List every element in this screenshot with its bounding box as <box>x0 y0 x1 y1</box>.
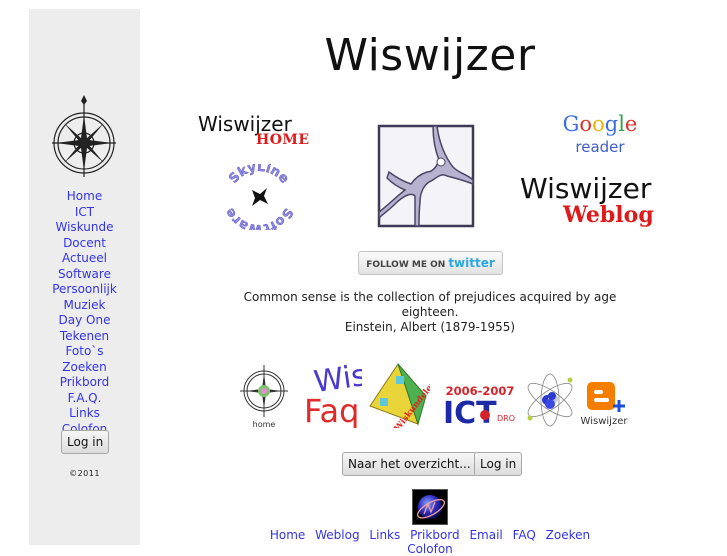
overview-button[interactable]: Naar het overzicht... <box>342 452 477 476</box>
atom-badge[interactable] <box>522 372 578 428</box>
footer-link-links[interactable]: Links <box>369 528 400 542</box>
sidebar-item-wiskunde[interactable]: Wiskunde <box>29 220 140 236</box>
sidebar-item-prikbord[interactable]: Prikbord <box>29 375 140 391</box>
wisfaq-logo-icon: Wis Faq <box>304 358 369 430</box>
footer-link-email[interactable]: Email <box>469 528 502 542</box>
footer-link-prikbord[interactable]: Prikbord <box>410 528 460 542</box>
google-wordmark: Google <box>562 112 638 136</box>
footer-link-home[interactable]: Home <box>270 528 305 542</box>
ict-sub: DRO <box>497 414 515 423</box>
ict-dro-badge[interactable]: 2006-2007 ICT DRO <box>441 383 519 431</box>
sidebar-item-day-one[interactable]: Day One <box>29 313 140 329</box>
sidebar-item-home[interactable]: Home <box>29 189 140 205</box>
footer-link-zoeken[interactable]: Zoeken <box>546 528 590 542</box>
sidebar-nav: Home ICT Wiskunde Docent Actueel Softwar… <box>29 189 140 437</box>
footer-link-weblog[interactable]: Weblog <box>315 528 359 542</box>
footer-nav: Home Weblog Links Prikbord Email FAQ Zoe… <box>240 528 620 556</box>
home-badge-caption: home <box>253 420 276 429</box>
follow-on-twitter-button[interactable]: FOLLOW ME ON twitter <box>358 251 503 275</box>
compass-rose-logo-link[interactable] <box>49 93 119 179</box>
wiswijzer-weblog-tag: Weblog <box>563 202 654 228</box>
wiswijzer-weblog-word: Wiswijzer <box>520 172 652 205</box>
compass-home-icon: home <box>240 365 288 429</box>
pyramid-icon: Wiskundeleraar <box>369 362 447 434</box>
skyline-software-banner[interactable]: SkyLine SoftWare <box>222 160 296 237</box>
wiswijzer-weblog-banner[interactable]: Wiswijzer Weblog <box>518 172 678 232</box>
google-reader-label: reader <box>575 138 625 156</box>
sidebar: Home ICT Wiskunde Docent Actueel Softwar… <box>29 9 140 545</box>
home-badge[interactable]: home <box>237 365 291 429</box>
svg-text:SkyLine: SkyLine <box>226 164 291 187</box>
wisfaq-badge[interactable]: Wis Faq <box>300 358 369 430</box>
blogger-badge[interactable]: Wiswijzer <box>579 380 629 428</box>
page-title: Wiswijzer <box>324 30 536 81</box>
sidebar-item-ict[interactable]: ICT <box>29 205 140 221</box>
ict-dro-logo-icon: 2006-2007 ICT DRO <box>443 384 515 431</box>
sidebar-item-tekenen[interactable]: Tekenen <box>29 329 140 345</box>
atom-icon <box>527 373 573 427</box>
sidebar-login-button[interactable]: Log in <box>61 430 110 454</box>
sidebar-item-links[interactable]: Links <box>29 406 140 422</box>
wiswijzer-home-tag: HOME <box>256 132 310 148</box>
sidebar-item-muziek[interactable]: Muziek <box>29 298 140 314</box>
globe-icon <box>417 495 445 519</box>
wisfaq-line2: Faq <box>304 392 359 428</box>
compass-rose-icon <box>52 95 116 177</box>
sidebar-item-actueel[interactable]: Actueel <box>29 251 140 267</box>
sidebar-item-faq[interactable]: F.A.Q. <box>29 391 140 407</box>
twitter-prefix: FOLLOW ME ON <box>366 260 446 270</box>
sidebar-item-fotos[interactable]: Foto`s <box>29 344 140 360</box>
sketch-drawing-icon <box>377 124 475 228</box>
sketch-drawing-image[interactable] <box>375 122 475 232</box>
quote-author: Einstein, Albert (1879-1955) <box>344 320 516 334</box>
footer-link-faq[interactable]: FAQ <box>513 528 536 542</box>
quote-text: Common sense is the collection of prejud… <box>243 290 617 319</box>
twitter-logo-icon: twitter <box>448 256 495 270</box>
wiswijzer-home-banner[interactable]: Wiswijzer HOME <box>198 112 322 152</box>
skyline-software-logo-icon: SkyLine SoftWare <box>222 160 295 237</box>
google-reader-banner[interactable]: Google reader <box>555 112 645 164</box>
login-button[interactable]: Log in <box>474 452 523 476</box>
quote-block: Common sense is the collection of prejud… <box>240 290 620 335</box>
sidebar-item-persoonlijk[interactable]: Persoonlijk <box>29 282 140 298</box>
sidebar-item-software[interactable]: Software <box>29 267 140 283</box>
copyright: ©2011 <box>69 469 100 478</box>
blogger-icon: Wiswijzer <box>581 382 629 427</box>
globe-link[interactable] <box>412 489 448 525</box>
footer-link-colofon[interactable]: Colofon <box>407 542 453 556</box>
blogger-caption: Wiswijzer <box>581 416 629 427</box>
svg-text:SoftWare: SoftWare <box>222 205 295 230</box>
sidebar-item-zoeken[interactable]: Zoeken <box>29 360 140 376</box>
sidebar-item-docent[interactable]: Docent <box>29 236 140 252</box>
wiskundeleraar-badge[interactable]: Wiskundeleraar <box>366 362 447 434</box>
